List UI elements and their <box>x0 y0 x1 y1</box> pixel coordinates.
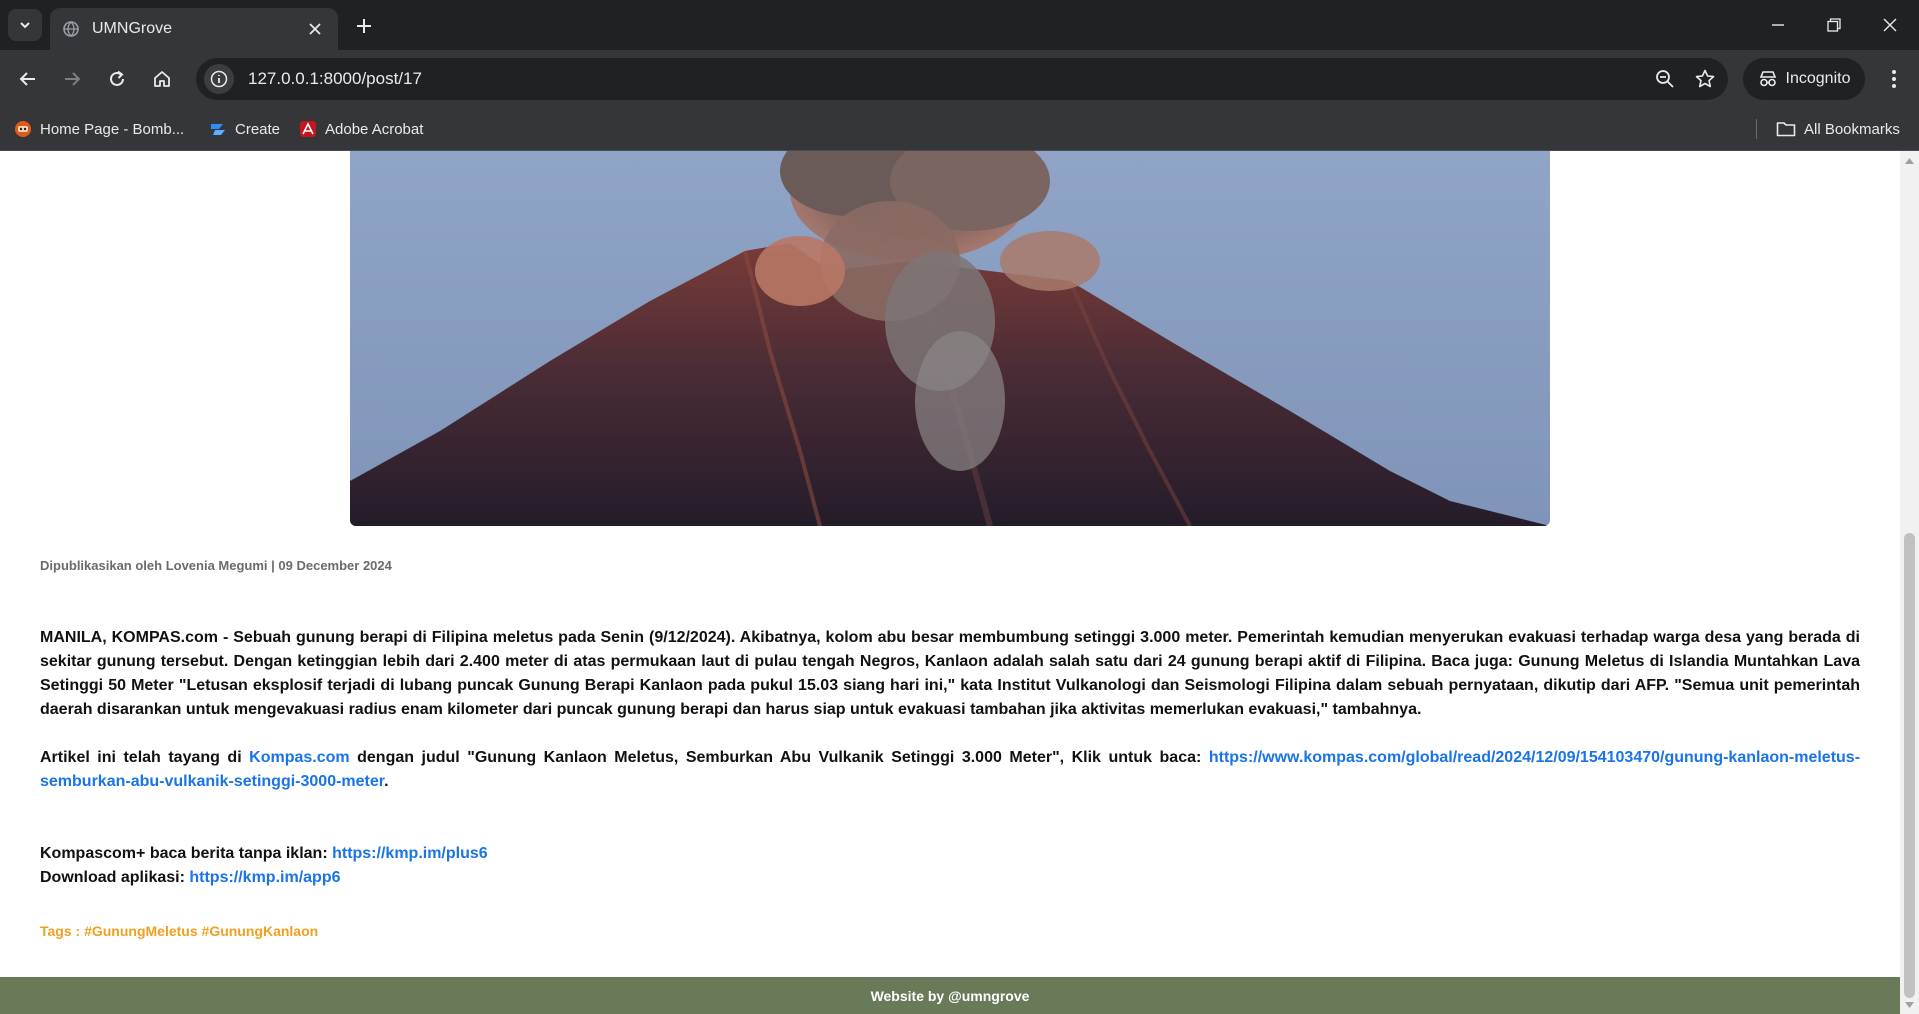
incognito-indicator[interactable]: Incognito <box>1743 58 1865 100</box>
bookmark-adobe-acrobat[interactable]: Adobe Acrobat <box>299 116 423 142</box>
scroll-up-arrow[interactable] <box>1904 155 1915 167</box>
post-tags[interactable]: Tags : #GunungMeletus #GunungKanlaon <box>40 923 318 939</box>
url-text[interactable]: 127.0.0.1:8000/post/17 <box>248 69 1648 89</box>
tab-title: UMNGrove <box>92 20 173 37</box>
chevron-down-icon <box>20 22 30 29</box>
home-icon <box>154 71 170 87</box>
all-bookmarks-label: All Bookmarks <box>1804 120 1900 138</box>
article-paragraph: MANILA, KOMPAS.com - Sebuah gunung berap… <box>40 629 1860 718</box>
incognito-icon <box>1759 71 1776 87</box>
source-prefix: Artikel ini telah tayang di <box>40 749 250 766</box>
bookmarks-separator <box>1756 119 1757 139</box>
more-vertical-icon <box>1892 70 1896 88</box>
bookmark-create[interactable]: Create <box>209 116 280 142</box>
plus-link[interactable]: https://kmp.im/plus6 <box>332 845 488 862</box>
bookmark-star-icon[interactable] <box>1688 62 1722 96</box>
post-hero-image <box>350 151 1550 526</box>
site-info-icon[interactable] <box>204 64 234 94</box>
arrow-left-icon <box>19 72 35 86</box>
adobe-acrobat-icon <box>300 121 316 137</box>
kompas-link[interactable]: Kompas.com <box>249 749 349 766</box>
minimize-icon <box>1772 24 1784 26</box>
tab-strip: UMNGrove <box>0 0 1919 50</box>
article-body: MANILA, KOMPAS.com - Sebuah gunung berap… <box>40 626 1860 890</box>
plus-icon <box>357 19 371 33</box>
arrow-right-icon <box>65 72 81 86</box>
footer-text: Website by @umngrove <box>870 987 1030 1004</box>
volcano-eruption-image <box>350 151 1550 526</box>
bookmarks-bar: Home Page - Bomb... Create Adobe Acrobat… <box>0 107 1919 151</box>
close-window-button[interactable] <box>1862 0 1918 50</box>
site-footer: Website by @umngrove <box>0 977 1900 1014</box>
tab-search-button[interactable] <box>8 9 42 41</box>
back-button[interactable] <box>10 61 46 97</box>
source-title: dengan judul "Gunung Kanlaon Meletus, Se… <box>349 749 1209 766</box>
bookmark-label: Adobe Acrobat <box>325 120 424 138</box>
incognito-label: Incognito <box>1785 70 1851 87</box>
create-favicon-icon <box>211 124 225 135</box>
bookmark-label: Create <box>235 120 281 138</box>
globe-icon <box>63 21 79 37</box>
restore-icon <box>1827 18 1841 32</box>
source-suffix: . <box>384 773 389 790</box>
bomberman-favicon-icon <box>15 121 31 137</box>
close-icon <box>1883 18 1897 32</box>
app-label: Download aplikasi: <box>40 869 190 886</box>
forward-button[interactable] <box>54 61 90 97</box>
new-tab-button[interactable] <box>348 10 380 42</box>
home-button[interactable] <box>144 61 180 97</box>
browser-toolbar: 127.0.0.1:8000/post/17 Incognito <box>0 50 1919 107</box>
close-tab-icon[interactable] <box>304 18 326 40</box>
zoom-icon[interactable] <box>1648 62 1682 96</box>
reload-button[interactable] <box>99 61 135 97</box>
bookmark-home-page[interactable]: Home Page - Bomb... <box>14 116 184 142</box>
post-meta: Dipublikasikan oleh Lovenia Megumi | 09 … <box>40 558 392 573</box>
plus-line: Kompascom+ baca berita tanpa iklan: http… <box>40 842 1860 866</box>
plus-label: Kompascom+ baca berita tanpa iklan: <box>40 845 333 862</box>
reload-icon <box>110 70 124 86</box>
browser-menu-button[interactable] <box>1876 61 1912 97</box>
page-viewport: Dipublikasikan oleh Lovenia Megumi | 09 … <box>0 151 1919 1014</box>
browser-tab[interactable]: UMNGrove <box>50 8 338 50</box>
article-source-paragraph: Artikel ini telah tayang di Kompas.com d… <box>40 746 1860 794</box>
scrollbar-thumb[interactable] <box>1904 533 1915 998</box>
app-line: Download aplikasi: https://kmp.im/app6 <box>40 866 1860 890</box>
folder-icon <box>1776 122 1796 137</box>
app-link[interactable]: https://kmp.im/app6 <box>189 869 340 886</box>
bookmark-label: Home Page - Bomb... <box>40 120 185 138</box>
scroll-down-arrow[interactable] <box>1904 999 1915 1011</box>
restore-button[interactable] <box>1806 0 1862 50</box>
minimize-button[interactable] <box>1750 0 1806 50</box>
address-bar[interactable]: 127.0.0.1:8000/post/17 <box>196 58 1728 100</box>
all-bookmarks-button[interactable]: All Bookmarks <box>1776 116 1900 142</box>
